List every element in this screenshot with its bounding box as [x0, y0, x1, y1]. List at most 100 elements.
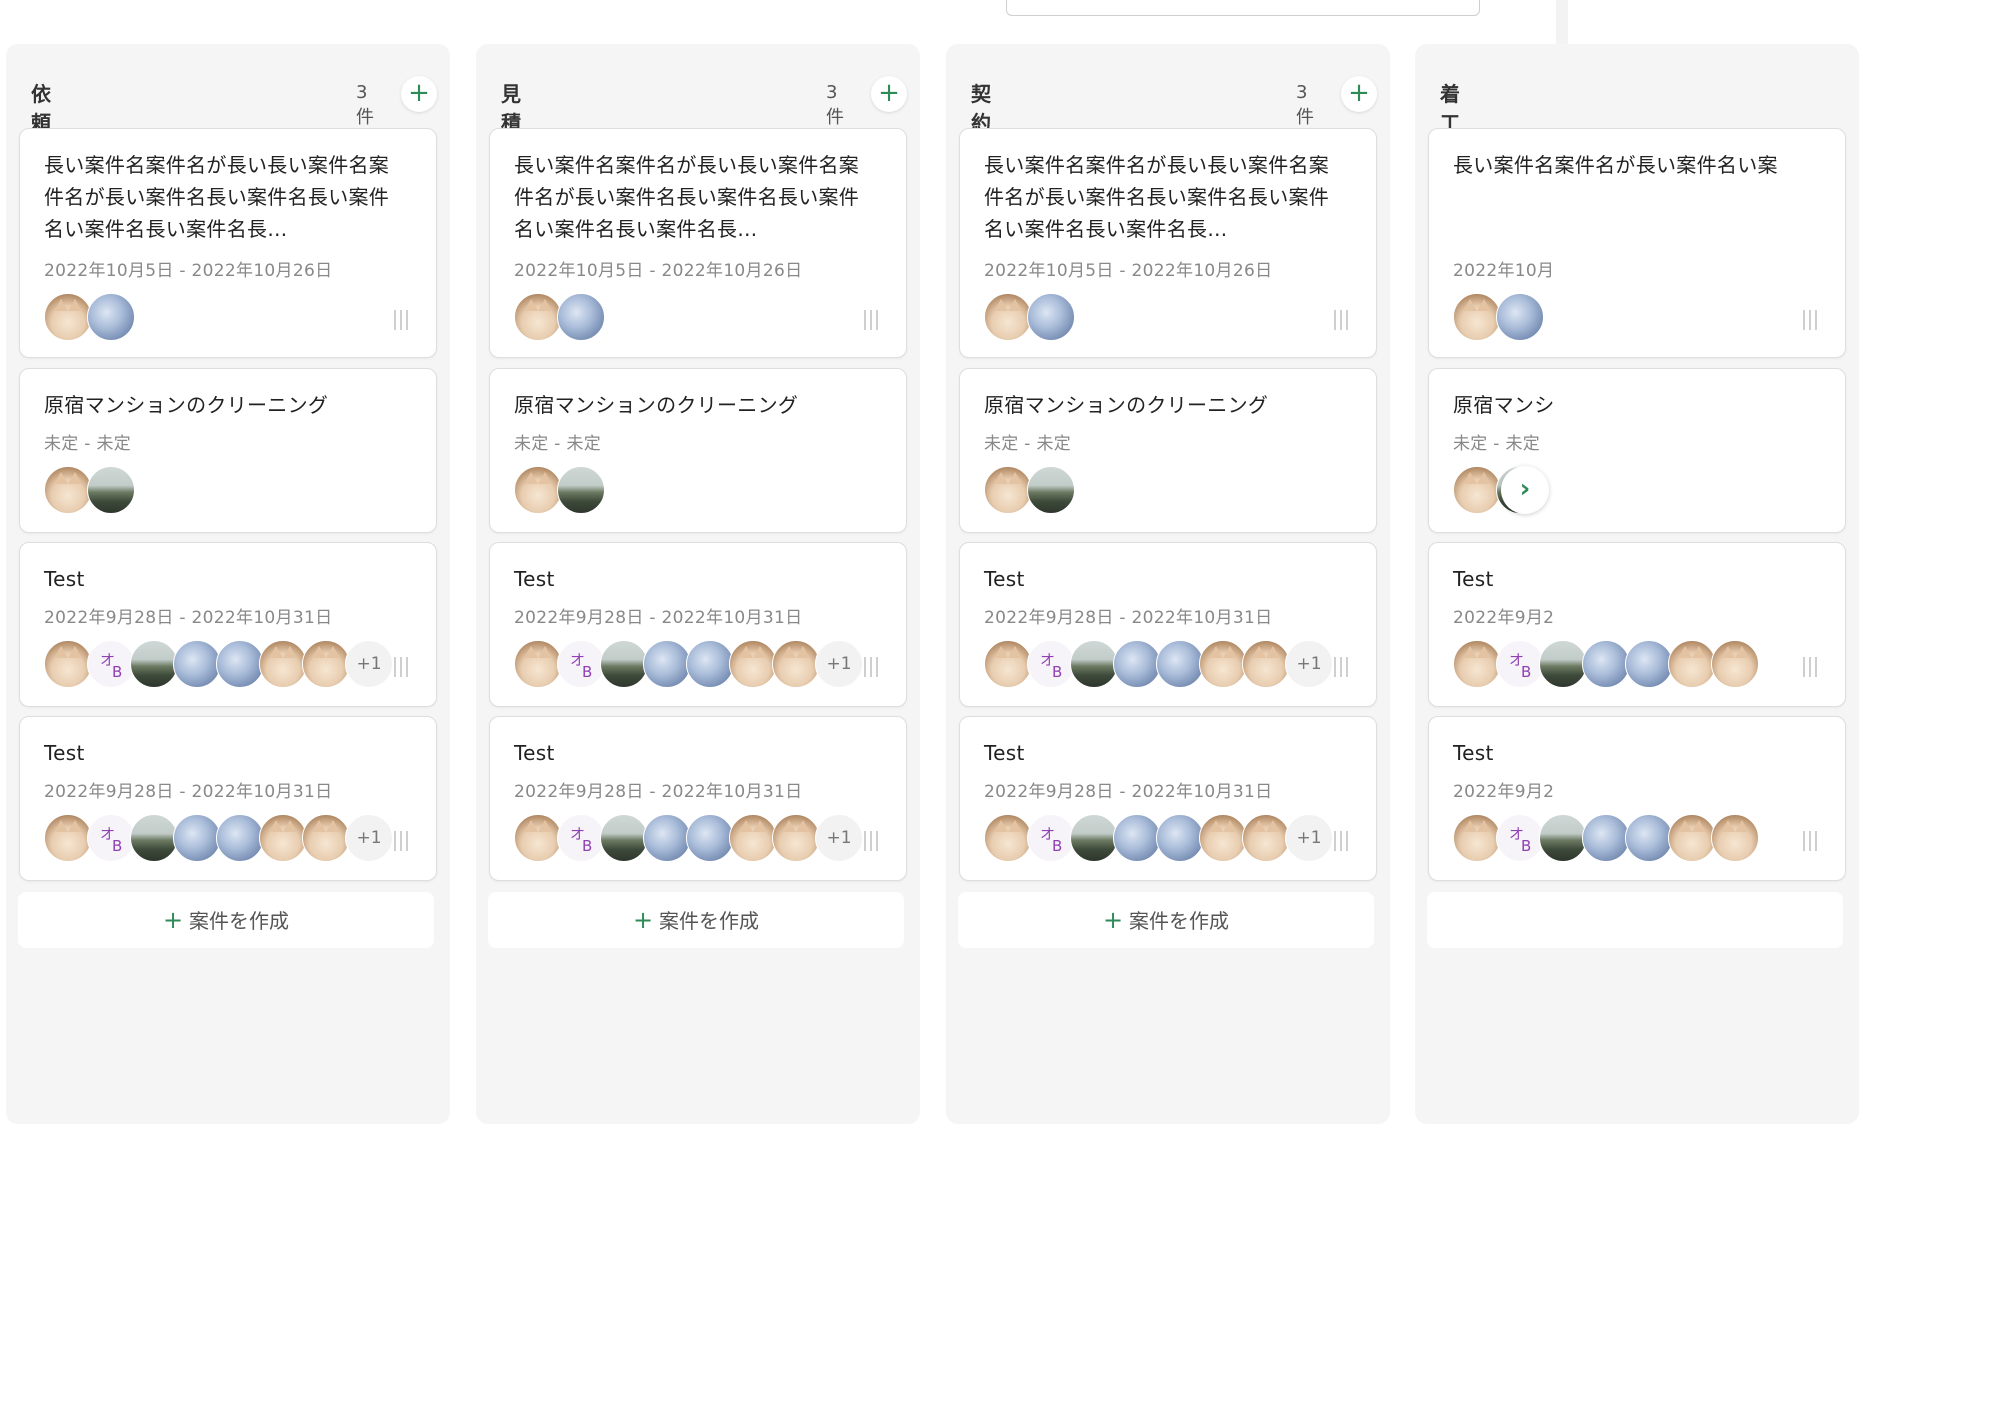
- avatar-cat[interactable]: [259, 814, 307, 862]
- avatar-initials[interactable]: オB: [87, 814, 135, 862]
- project-card[interactable]: 長い案件名案件名が長い長い案件名案件名が長い案件名長い案件名長い案件名い案件名長…: [489, 128, 907, 358]
- project-card[interactable]: 原宿マンションのクリーニング 未定 - 未定: [959, 368, 1377, 533]
- drag-handle-icon[interactable]: [864, 657, 880, 677]
- avatar-cat[interactable]: [514, 640, 562, 688]
- scroll-right-button[interactable]: ›: [1501, 466, 1549, 514]
- avatar-cat[interactable]: [772, 814, 820, 862]
- avatar-initials[interactable]: オB: [1027, 814, 1075, 862]
- project-card[interactable]: 原宿マンシ 未定 - 未定: [1428, 368, 1846, 533]
- avatar-initials[interactable]: オB: [1027, 640, 1075, 688]
- avatar-cat[interactable]: [1668, 814, 1716, 862]
- avatar-sky[interactable]: [686, 640, 734, 688]
- avatar-road[interactable]: [600, 640, 648, 688]
- avatar-sky[interactable]: [1113, 814, 1161, 862]
- create-project-button[interactable]: + 案件を作成: [488, 892, 904, 948]
- project-card[interactable]: Test 2022年9月28日 - 2022年10月31日オ B +1: [959, 542, 1377, 707]
- avatar-sky[interactable]: [1496, 293, 1544, 341]
- drag-handle-icon[interactable]: [1803, 310, 1819, 330]
- avatar-cat[interactable]: [984, 814, 1032, 862]
- project-card[interactable]: Test 2022年9月2 オ B: [1428, 716, 1846, 881]
- search-input[interactable]: [1006, 0, 1480, 16]
- avatar-initials[interactable]: オB: [557, 814, 605, 862]
- create-project-button[interactable]: + 案件を作成: [958, 892, 1374, 948]
- create-project-button[interactable]: [1427, 892, 1843, 948]
- avatar-road[interactable]: [1539, 814, 1587, 862]
- avatar-cat[interactable]: [302, 640, 350, 688]
- avatar-cat[interactable]: [1199, 640, 1247, 688]
- avatar-initials[interactable]: オB: [557, 640, 605, 688]
- drag-handle-icon[interactable]: [394, 831, 410, 851]
- avatar-cat[interactable]: [984, 293, 1032, 341]
- project-card[interactable]: 長い案件名案件名が長い案件名い案 2022年10月: [1428, 128, 1846, 358]
- create-project-button[interactable]: + 案件を作成: [18, 892, 434, 948]
- add-card-button[interactable]: +: [401, 76, 437, 112]
- avatar-road[interactable]: [1027, 466, 1075, 514]
- avatar-road[interactable]: [557, 466, 605, 514]
- drag-handle-icon[interactable]: [1334, 310, 1350, 330]
- project-card[interactable]: Test 2022年9月28日 - 2022年10月31日オ B +1: [19, 716, 437, 881]
- avatar-sky[interactable]: [173, 814, 221, 862]
- more-assignees-badge[interactable]: +1: [815, 640, 863, 688]
- avatar-road[interactable]: [130, 814, 178, 862]
- avatar-cat[interactable]: [1453, 466, 1501, 514]
- project-card[interactable]: 原宿マンションのクリーニング 未定 - 未定: [489, 368, 907, 533]
- drag-handle-icon[interactable]: [394, 657, 410, 677]
- avatar-sky[interactable]: [1582, 640, 1630, 688]
- avatar-initials[interactable]: オB: [87, 640, 135, 688]
- add-card-button[interactable]: +: [1341, 76, 1377, 112]
- project-card[interactable]: 原宿マンションのクリーニング 未定 - 未定: [19, 368, 437, 533]
- avatar-cat[interactable]: [984, 640, 1032, 688]
- avatar-cat[interactable]: [44, 293, 92, 341]
- avatar-cat[interactable]: [514, 466, 562, 514]
- more-assignees-badge[interactable]: +1: [345, 640, 393, 688]
- avatar-cat[interactable]: [1453, 814, 1501, 862]
- avatar-cat[interactable]: [514, 814, 562, 862]
- avatar-sky[interactable]: [1113, 640, 1161, 688]
- avatar-cat[interactable]: [984, 466, 1032, 514]
- avatar-sky[interactable]: [643, 640, 691, 688]
- avatar-cat[interactable]: [514, 293, 562, 341]
- drag-handle-icon[interactable]: [1803, 657, 1819, 677]
- avatar-sky[interactable]: [1027, 293, 1075, 341]
- project-card[interactable]: Test 2022年9月28日 - 2022年10月31日オ B +1: [959, 716, 1377, 881]
- more-assignees-badge[interactable]: +1: [345, 814, 393, 862]
- more-assignees-badge[interactable]: +1: [815, 814, 863, 862]
- avatar-sky[interactable]: [1625, 814, 1673, 862]
- avatar-cat[interactable]: [1453, 640, 1501, 688]
- project-card[interactable]: Test 2022年9月28日 - 2022年10月31日オ B +1: [489, 542, 907, 707]
- project-card[interactable]: Test 2022年9月28日 - 2022年10月31日オ B +1: [489, 716, 907, 881]
- drag-handle-icon[interactable]: [1803, 831, 1819, 851]
- more-assignees-badge[interactable]: +1: [1285, 640, 1333, 688]
- project-card[interactable]: 長い案件名案件名が長い長い案件名案件名が長い案件名長い案件名長い案件名い案件名長…: [959, 128, 1377, 358]
- avatar-sky[interactable]: [1582, 814, 1630, 862]
- avatar-road[interactable]: [1539, 640, 1587, 688]
- avatar-road[interactable]: [600, 814, 648, 862]
- avatar-cat[interactable]: [259, 640, 307, 688]
- avatar-cat[interactable]: [1453, 293, 1501, 341]
- drag-handle-icon[interactable]: [864, 831, 880, 851]
- avatar-cat[interactable]: [729, 640, 777, 688]
- avatar-cat[interactable]: [1199, 814, 1247, 862]
- avatar-road[interactable]: [130, 640, 178, 688]
- project-card[interactable]: Test 2022年9月28日 - 2022年10月31日オ B +1: [19, 542, 437, 707]
- avatar-cat[interactable]: [1711, 640, 1759, 688]
- add-card-button[interactable]: +: [871, 76, 907, 112]
- avatar-road[interactable]: [87, 466, 135, 514]
- avatar-sky[interactable]: [216, 814, 264, 862]
- avatar-cat[interactable]: [302, 814, 350, 862]
- avatar-cat[interactable]: [1242, 640, 1290, 688]
- avatar-sky[interactable]: [643, 814, 691, 862]
- avatar-cat[interactable]: [1668, 640, 1716, 688]
- drag-handle-icon[interactable]: [394, 310, 410, 330]
- avatar-cat[interactable]: [44, 814, 92, 862]
- avatar-cat[interactable]: [44, 640, 92, 688]
- avatar-cat[interactable]: [729, 814, 777, 862]
- project-card[interactable]: 長い案件名案件名が長い長い案件名案件名が長い案件名長い案件名長い案件名い案件名長…: [19, 128, 437, 358]
- avatar-sky[interactable]: [173, 640, 221, 688]
- more-assignees-badge[interactable]: +1: [1285, 814, 1333, 862]
- avatar-cat[interactable]: [1242, 814, 1290, 862]
- avatar-sky[interactable]: [1156, 814, 1204, 862]
- avatar-sky[interactable]: [87, 293, 135, 341]
- avatar-road[interactable]: [1070, 640, 1118, 688]
- avatar-sky[interactable]: [216, 640, 264, 688]
